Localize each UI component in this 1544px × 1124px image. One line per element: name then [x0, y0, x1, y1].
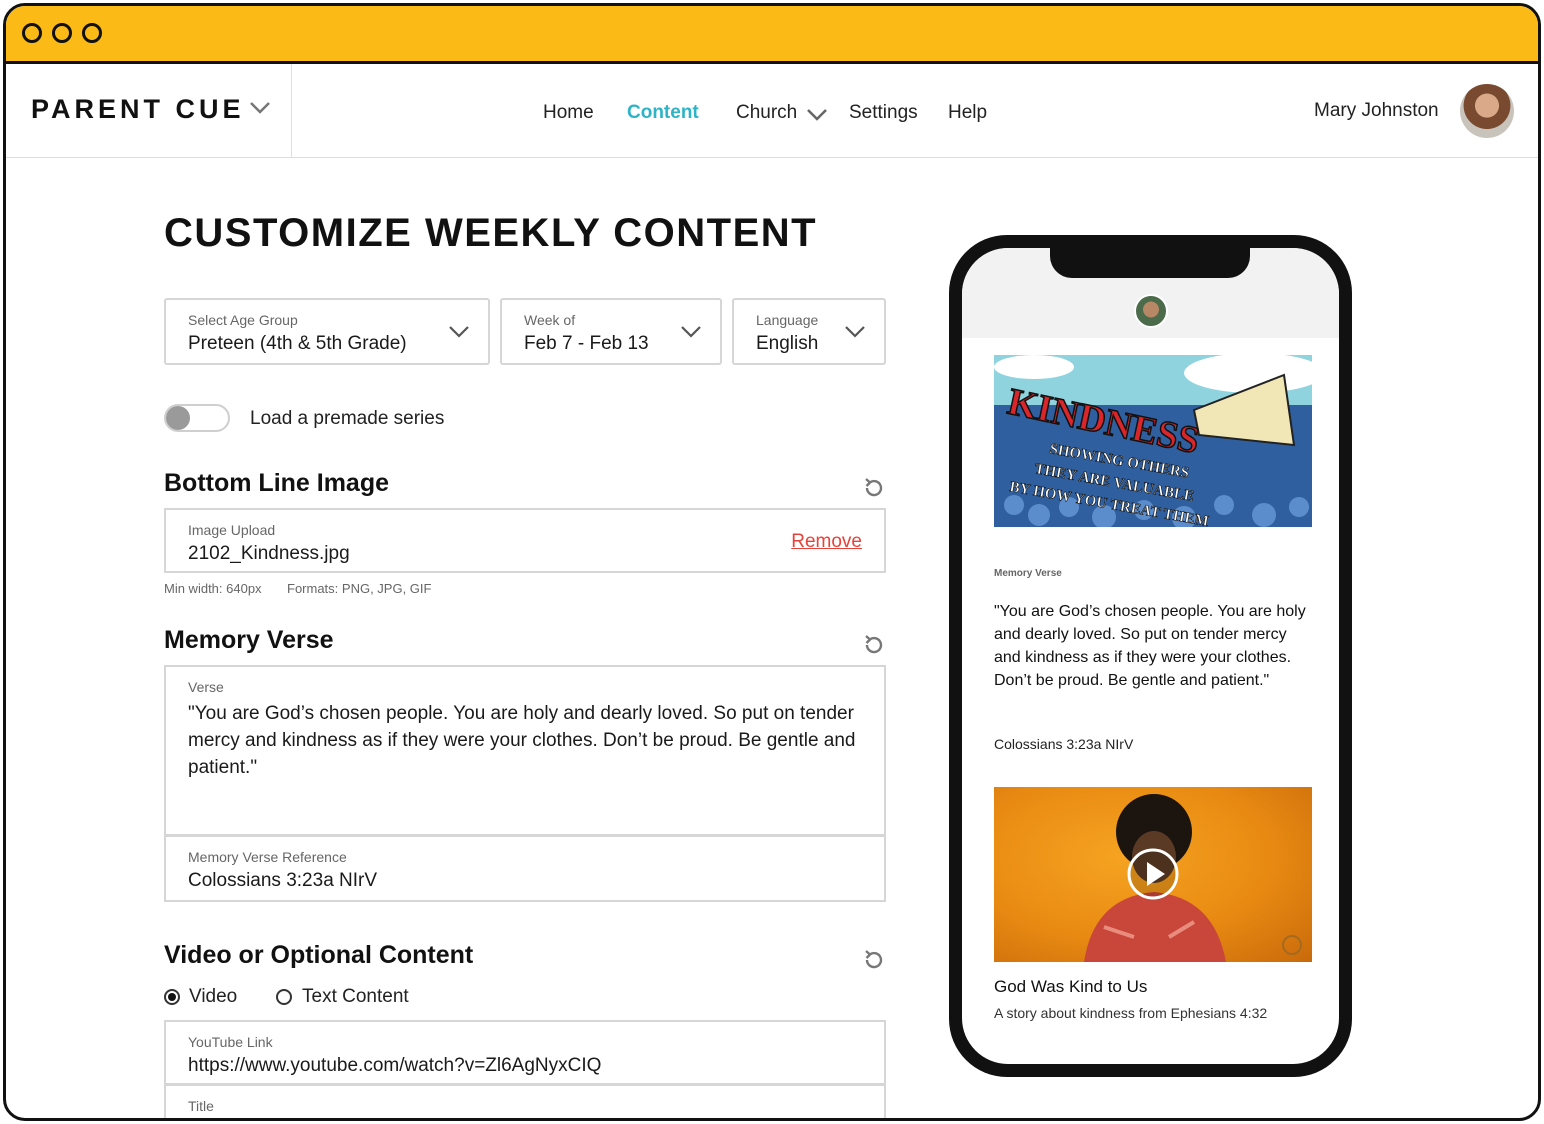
youtube-link-field[interactable]: YouTube Link https://www.youtube.com/wat…: [164, 1020, 886, 1085]
phone-avatar: [1134, 294, 1168, 328]
age-group-value: Preteen (4th & 5th Grade): [188, 333, 407, 354]
verse-reference-value: Colossians 3:23a NIrV: [188, 870, 378, 891]
week-select[interactable]: Week of Feb 7 - Feb 13: [500, 298, 722, 365]
preview-verse-reference: Colossians 3:23a NIrV: [994, 736, 1134, 752]
youtube-link-value: https://www.youtube.com/watch?v=Zl6AgNyx…: [188, 1055, 602, 1076]
language-value: English: [756, 333, 819, 354]
play-icon[interactable]: [1126, 847, 1180, 901]
min-width-hint: Min width: 640px: [164, 581, 262, 596]
top-navigation: PARENT CUE Home Content Church Settings …: [6, 64, 1538, 158]
verse-reference-label: Memory Verse Reference: [188, 849, 347, 865]
week-value: Feb 7 - Feb 13: [524, 333, 649, 354]
language-select[interactable]: Language English: [732, 298, 886, 365]
chevron-down-icon[interactable]: [248, 100, 272, 116]
remove-image-link[interactable]: Remove: [791, 531, 862, 553]
phone-screen: KINDNESS SHOWING OTHERS THEY ARE VALUABL…: [962, 248, 1339, 1064]
language-label: Language: [756, 312, 819, 328]
week-label: Week of: [524, 312, 576, 328]
verse-text: "You are God’s chosen people. You are ho…: [188, 703, 856, 778]
nav-home[interactable]: Home: [543, 102, 594, 124]
video-radio[interactable]: [164, 989, 180, 1005]
toggle-knob: [166, 406, 190, 430]
title-field[interactable]: Title: [164, 1084, 886, 1118]
memory-verse-title: Memory Verse: [164, 626, 334, 654]
preview-verse-text: "You are God’s chosen people. You are ho…: [994, 603, 1306, 689]
premade-series-toggle[interactable]: [164, 404, 230, 432]
reset-icon[interactable]: [862, 948, 886, 972]
formats-hint: Formats: PNG, JPG, GIF: [287, 581, 432, 596]
image-upload-label: Image Upload: [188, 522, 276, 538]
page-title: CUSTOMIZE WEEKLY CONTENT: [164, 211, 818, 255]
verse-textarea[interactable]: Verse "You are God’s chosen people. You …: [164, 665, 886, 836]
window-titlebar: [6, 6, 1538, 64]
nav-settings[interactable]: Settings: [849, 102, 918, 124]
age-group-select[interactable]: Select Age Group Preteen (4th & 5th Grad…: [164, 298, 490, 365]
phone-preview: KINDNESS SHOWING OTHERS THEY ARE VALUABL…: [949, 235, 1352, 1077]
text-content-radio-label[interactable]: Text Content: [302, 986, 409, 1008]
bottom-line-banner-image: KINDNESS SHOWING OTHERS THEY ARE VALUABL…: [994, 355, 1312, 527]
nav-content[interactable]: Content: [627, 102, 699, 124]
reset-icon[interactable]: [862, 633, 886, 657]
user-name[interactable]: Mary Johnston: [1314, 100, 1439, 122]
nav-help[interactable]: Help: [948, 102, 987, 124]
video-radio-label[interactable]: Video: [189, 986, 237, 1008]
chevron-down-icon: [449, 326, 469, 338]
brand-logo: PARENT CUE: [31, 94, 245, 124]
brand-switcher[interactable]: PARENT CUE: [6, 64, 292, 158]
avatar[interactable]: [1460, 84, 1514, 138]
preview-video-subtitle: A story about kindness from Ephesians 4:…: [994, 1005, 1268, 1021]
window-dot[interactable]: [82, 23, 102, 43]
chevron-down-icon: [681, 326, 701, 338]
window-dot[interactable]: [52, 23, 72, 43]
banner-artwork: KINDNESS SHOWING OTHERS THEY ARE VALUABL…: [994, 355, 1312, 527]
app-window: PARENT CUE Home Content Church Settings …: [3, 3, 1541, 1121]
image-upload-field[interactable]: Image Upload 2102_Kindness.jpg Remove: [164, 508, 886, 573]
premade-series-label: Load a premade series: [250, 408, 445, 429]
preview-video-title: God Was Kind to Us: [994, 977, 1148, 996]
youtube-link-label: YouTube Link: [188, 1034, 273, 1050]
video-thumbnail[interactable]: [994, 787, 1312, 962]
bottom-line-title: Bottom Line Image: [164, 469, 390, 497]
title-label: Title: [188, 1098, 214, 1114]
chevron-down-icon[interactable]: [806, 108, 828, 122]
window-dot[interactable]: [22, 23, 42, 43]
verse-label: Verse: [188, 679, 224, 695]
age-group-label: Select Age Group: [188, 312, 298, 328]
phone-notch: [1050, 248, 1250, 278]
verse-reference-field[interactable]: Memory Verse Reference Colossians 3:23a …: [164, 835, 886, 902]
chevron-down-icon: [845, 326, 865, 338]
video-section-title: Video or Optional Content: [164, 941, 474, 969]
nav-church[interactable]: Church: [736, 102, 797, 124]
image-file-name: 2102_Kindness.jpg: [188, 543, 350, 564]
text-content-radio[interactable]: [276, 989, 292, 1005]
preview-memory-label: Memory Verse: [994, 568, 1062, 579]
reset-icon[interactable]: [862, 476, 886, 500]
